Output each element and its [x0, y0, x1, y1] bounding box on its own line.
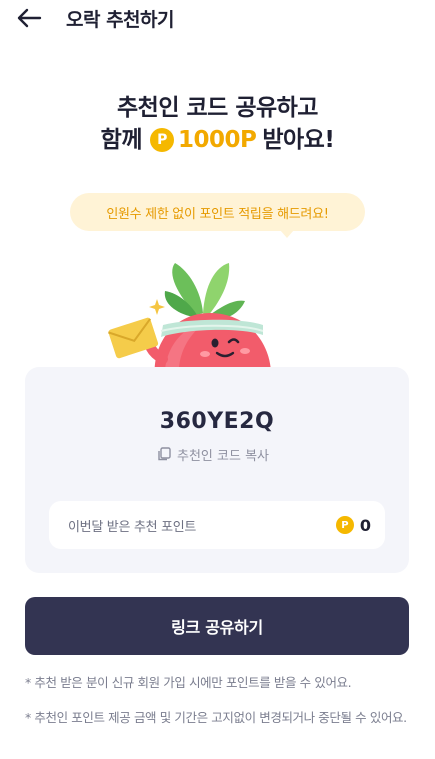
copy-code-label: 추천인 코드 복사: [177, 448, 269, 464]
monthly-points-label: 이번달 받은 추천 포인트: [68, 519, 197, 535]
back-button[interactable]: [14, 4, 44, 32]
hero-headline: 추천인 코드 공유하고 함께 P 1000P 받아요!: [0, 92, 435, 156]
referral-code: 360YE2Q: [159, 409, 275, 434]
copy-code-button[interactable]: 추천인 코드 복사: [157, 444, 269, 464]
top-bar: 오락 추천하기: [0, 0, 435, 38]
tomato-mascot-icon: [108, 263, 272, 380]
monthly-points-value-group: P 0: [335, 515, 371, 535]
copy-icon: [158, 447, 171, 461]
monthly-points-value: 0: [359, 515, 371, 535]
monthly-points-row: 이번달 받은 추천 포인트 P 0: [49, 501, 385, 549]
hero-line-1: 추천인 코드 공유하고: [117, 95, 318, 121]
share-link-button[interactable]: 링크 공유하기: [25, 597, 409, 655]
point-coin-icon: P: [149, 128, 174, 152]
hero-line-2-suffix: 받아요!: [262, 127, 335, 153]
notice-text-1: * 추천 받은 분이 신규 회원 가입 시에만 포인트를 받을 수 있어요.: [25, 675, 352, 690]
info-tooltip: 인원수 제한 없이 포인트 적립을 해드려요!: [70, 193, 365, 238]
page-title: 오락 추천하기: [66, 9, 175, 31]
point-coin-icon-small: P: [335, 516, 354, 534]
arrow-left-icon: [17, 8, 42, 28]
tooltip-text: 인원수 제한 없이 포인트 적립을 해드려요!: [106, 206, 329, 222]
hero-line-2-prefix: 함께: [100, 127, 143, 153]
hero-line-2: 함께 P 1000P 받아요!: [0, 124, 435, 156]
hero-points-amount: 1000P: [177, 127, 257, 153]
notice-text-2: * 추천인 포인트 제공 금액 및 기간은 고지없이 변경되거나 중단될 수 있…: [25, 710, 407, 725]
referral-card: 360YE2Q 추천인 코드 복사 이번달 받은 추천 포인트 P 0: [25, 367, 409, 573]
